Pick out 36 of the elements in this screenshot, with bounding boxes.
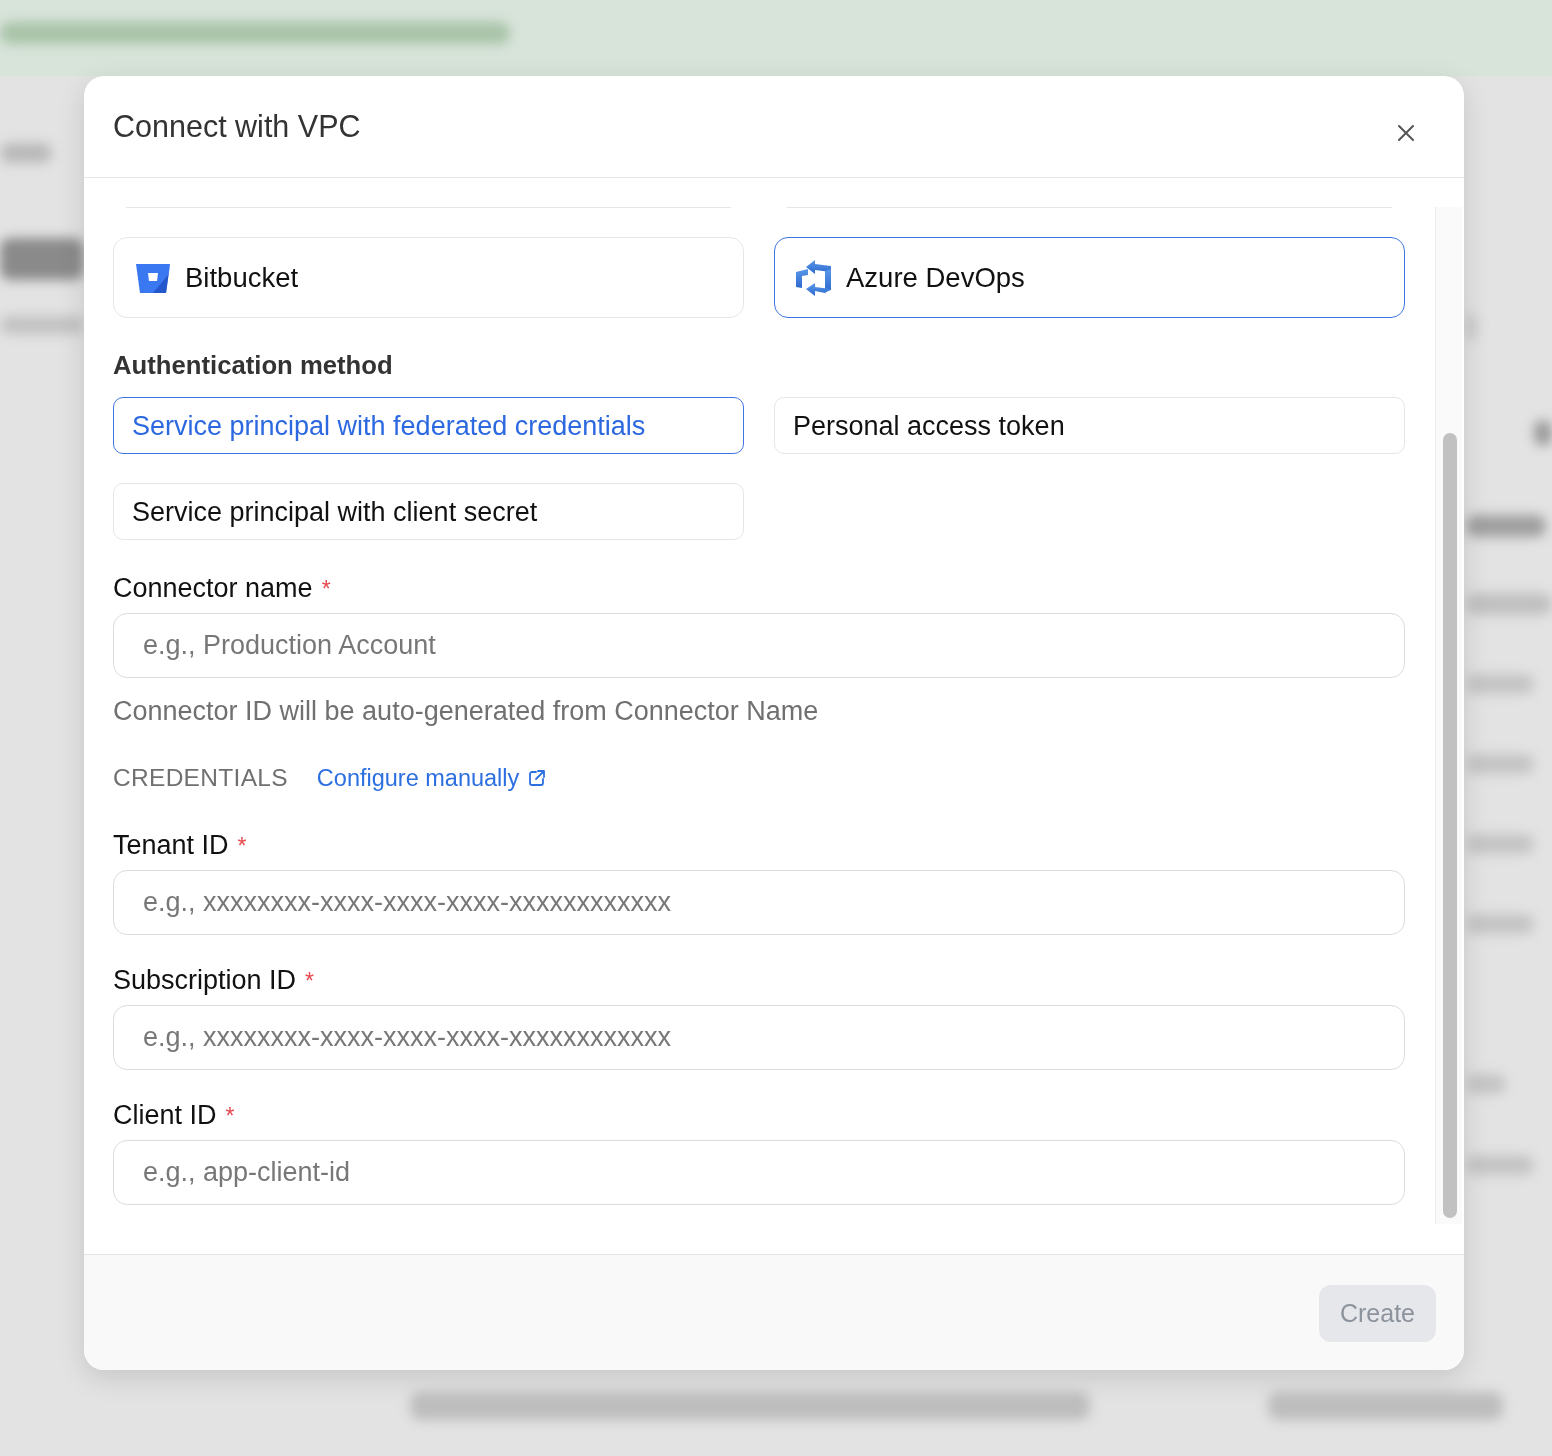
input-field[interactable]: e.g., xxxxxxxx-xxxx-xxxx-xxxx-xxxxxxxxxxxx [113, 1005, 1405, 1070]
blurred-text [1534, 420, 1552, 446]
scrollbar-thumb[interactable] [1443, 433, 1457, 1218]
blurred-text [1466, 834, 1534, 854]
required-mark: * [237, 832, 247, 860]
auth-option[interactable]: Service principal with client secret [113, 483, 744, 540]
close-icon [1396, 122, 1416, 143]
required-mark: * [225, 1102, 235, 1130]
field-label: Tenant ID [113, 831, 229, 859]
configure-link[interactable]: Configure manually [316, 763, 548, 793]
dialog-title: Connect with VPC [113, 107, 361, 144]
provider-card[interactable]: Bitbucket [113, 237, 744, 318]
provider-card[interactable]: Azure DevOps [774, 237, 1405, 318]
external-link-icon [527, 768, 548, 788]
required-mark: * [321, 575, 331, 603]
blurred-text [1466, 674, 1534, 694]
helper-text: Connector ID will be auto-generated from Connector Name [113, 696, 820, 726]
auth-option[interactable]: Personal access token [774, 397, 1405, 454]
blurred-text [1466, 754, 1534, 774]
input-field[interactable]: e.g., Production Account [113, 613, 1405, 678]
field-label: Connector name [113, 574, 313, 602]
field-label: Subscription ID [113, 966, 297, 994]
required-mark: * [305, 967, 315, 995]
blurred-text [1466, 1155, 1534, 1175]
auth-option[interactable]: Service principal with federated credentials [113, 397, 744, 454]
provider-name: Azure DevOps [846, 261, 1025, 294]
field-label: Client ID [113, 1101, 217, 1129]
blurred-text [1466, 914, 1534, 934]
input-field[interactable]: e.g., xxxxxxxx-xxxx-xxxx-xxxx-xxxxxxxxxxxx [113, 870, 1405, 935]
provider-name: Bitbucket [185, 261, 299, 294]
input-field[interactable]: e.g., app-client-id [113, 1140, 1405, 1205]
blurred-text [1466, 1074, 1506, 1094]
section-heading: CREDENTIALS [113, 763, 288, 793]
section-label: Authentication method [113, 351, 394, 379]
arrow-frame-icon [795, 258, 833, 297]
blurred-text [0, 143, 52, 163]
